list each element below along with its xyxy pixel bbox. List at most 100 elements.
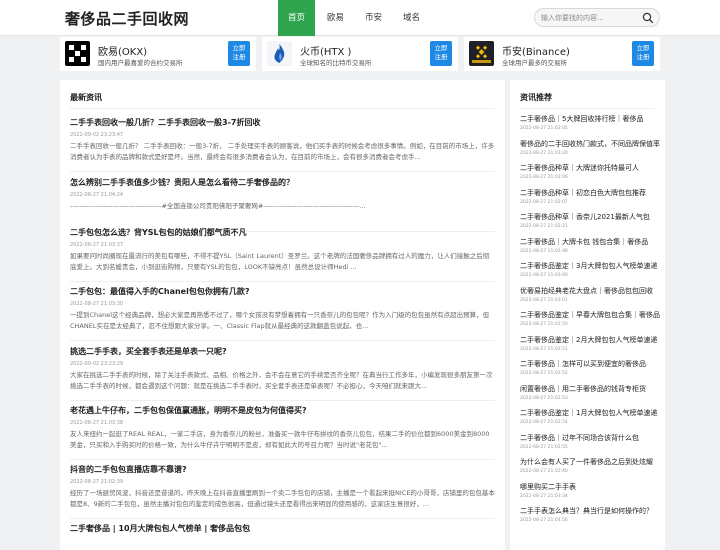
article-title[interactable]: 挑选二手手表，买全套手表还是单表一只呢?: [70, 346, 495, 357]
article-item: 二手包包：最值得入手的Chanel包包你拥有几款? 2022-08-27 21:…: [70, 286, 495, 341]
recommend-date: 2022-08-27 21:03:01: [520, 297, 568, 303]
recommend-title[interactable]: 优奢易拍经典老花大盘点｜奢侈品包包回收: [520, 286, 660, 296]
recommend-panel: 资讯推荐 二手奢侈品｜5大牌回收排行榜｜奢侈品 2022-08-27 21:02:…: [510, 80, 665, 550]
recommend-title[interactable]: 二手奢侈品种草｜大牌迷你托特最可人: [520, 163, 660, 173]
exchange-card-htx[interactable]: 火币(HTX ) 全球知名的比特币交易所 立即 注册: [262, 37, 458, 71]
article-summary: 经历了一场避贸风波，抖音还是昔道的。昨天晚上在抖音直播里刷到一个卖二手包包的店铺…: [70, 489, 495, 508]
recommend-date: 2022-08-27 21:03:00: [520, 273, 568, 278]
recommend-item: 闲置奢侈品｜用二手奢侈品的钱背专柜货 2022-08-27 21:02:53: [520, 384, 660, 401]
recommend-item: 二手奢侈品鉴定｜1月大牌包包人气榜单速递 2022-08-27 21:02:54: [520, 408, 660, 425]
recommend-date: 2022-08-27 21:03:20: [520, 150, 568, 156]
recommend-title[interactable]: 二手奢侈品鉴定｜1月大牌包包人气榜单速递: [520, 408, 660, 418]
exchange-desc: 全球用户最多的交易所: [502, 59, 567, 67]
recommend-date: 2022-08-27 21:02:40: [520, 469, 568, 474]
recommend-item: 二手奢侈品｜大牌卡包 钱包合集｜奢侈品 2022-08-27 21:02:48: [520, 237, 660, 254]
recommend-title[interactable]: 奢侈品的二手回收热门款式，不同品牌保值率: [520, 139, 660, 149]
article-item: 二手包包怎么选？背YSL包包的姑娘们都气质不凡 2022-08-27 21:03…: [70, 227, 495, 282]
recommend-date: 2022-08-27 21:04:56: [520, 518, 568, 523]
recommend-date: 2022-08-27 21:02:53: [520, 395, 568, 401]
article-title[interactable]: 二手奢侈品 | 10月大牌包包人气榜单 | 奢侈品包包: [70, 523, 495, 534]
register-button-okx[interactable]: 立即 注册: [228, 41, 250, 66]
recommend-item: 二手手表怎么典当？典当行是如何操作的？ 2022-08-27 21:04:56: [520, 506, 660, 523]
recommend-item: 二手奢侈品种草｜初恋白色大牌包包推荐 2022-08-27 21:02:07: [520, 188, 660, 205]
article-date: 2022-08-27 21:04:24: [70, 192, 124, 198]
article-title[interactable]: 二手包包：最值得入手的Chanel包包你拥有几款?: [70, 286, 495, 297]
exchange-card-binance[interactable]: 币安(Binance) 全球用户最多的交易所 立即 注册: [464, 37, 660, 71]
exchange-row: 欧易(OKX) 国内用户最喜爱的合约交易所 立即 注册 火币(HTX ) 全球知…: [60, 37, 660, 71]
recommend-title[interactable]: 闲置奢侈品｜用二手奢侈品的钱背专柜货: [520, 384, 660, 394]
recommend-item: 二手奢侈品｜过年不同场合该背什么包 2022-08-27 21:02:55: [520, 433, 660, 450]
article-item: 抖音的二手包包直播店靠不靠谱? 2022-08-27 21:02:39 经历了一…: [70, 464, 495, 519]
recommend-date: 2022-08-27 21:02:05: [520, 126, 568, 131]
article-title[interactable]: 怎么辨别二手手表值多少钱？贵阳人是怎么看待二手奢侈品的？: [70, 177, 495, 188]
recommend-date: 2022-08-27 21:02:50: [520, 322, 568, 327]
recommend-title[interactable]: 二手奢侈品鉴定｜早春大牌包包合集｜奢侈品: [520, 310, 660, 320]
exchange-desc: 全球知名的比特币交易所: [300, 59, 372, 67]
divider: [70, 108, 495, 109]
article-summary: ---------------------------------------#…: [70, 202, 366, 210]
article-title[interactable]: 老花遇上牛仔布，二手包包保值赢通胀，明明不是皮包为何值得买?: [70, 405, 495, 416]
recommend-title[interactable]: 为什么会有人买了一件奢侈品之后到处炫耀: [520, 457, 660, 467]
recommend-title[interactable]: 二手奢侈品｜大牌卡包 钱包合集｜奢侈品: [520, 237, 660, 247]
okx-logo-icon: [65, 41, 90, 66]
divider: [70, 518, 495, 519]
article-title[interactable]: 二手包包怎么选？背YSL包包的姑娘们都气质不凡: [70, 227, 495, 238]
recommend-item: 二手奢侈品鉴定｜早春大牌包包合集｜奢侈品 2022-08-27 21:02:50: [520, 310, 660, 327]
exchange-name: 火币(HTX ): [300, 47, 352, 58]
register-button-htx[interactable]: 立即 注册: [430, 41, 452, 66]
top-header: 奢侈品二手回收网 首页 欧易 币安 域名 输入你要找的内容...: [0, 0, 720, 36]
recommend-item: 二手奢侈品种草｜香奈儿2021最新人气包 2022-08-27 21:02:21: [520, 212, 660, 229]
search-input[interactable]: 输入你要找的内容...: [534, 8, 660, 27]
nav-okx[interactable]: 欧易: [318, 0, 353, 36]
recommend-title[interactable]: 二手奢侈品｜5大牌回收排行榜｜奢侈品: [520, 114, 660, 124]
nav-home[interactable]: 首页: [278, 0, 315, 36]
main-nav: 首页 欧易 币安 域名: [278, 0, 432, 36]
recommend-title[interactable]: 哪里购买二手手表: [520, 482, 660, 492]
article-summary: 二手手表回收一般几折？ 二手手表回收：一般3-7折， 二手处理买手表的顾客说，他…: [70, 142, 495, 161]
recommend-item: 二手奢侈品｜5大牌回收排行榜｜奢侈品 2022-08-27 21:02:05: [520, 114, 660, 131]
article-title[interactable]: 二手手表回收一般几折？二手手表回收一般3-7折回收: [70, 117, 495, 128]
nav-binance[interactable]: 币安: [356, 0, 391, 36]
article-summary: 如果要问时尚圈现在最流行的美包有哪些，不得不提YSL（Saint Laurent…: [70, 252, 490, 271]
recommend-title[interactable]: 二手奢侈品鉴定｜2月大牌包包人气榜单速递: [520, 335, 660, 345]
exchange-card-okx[interactable]: 欧易(OKX) 国内用户最喜爱的合约交易所 立即 注册: [60, 37, 256, 71]
recommend-item: 二手奢侈品鉴定｜3月大牌包包人气榜单速递 2022-08-27 21:03:00: [520, 261, 660, 278]
news-panel: 最新资讯 二手手表回收一般几折？二手手表回收一般3-7折回收 2022-09-0…: [60, 80, 505, 550]
search-icon[interactable]: [642, 12, 654, 24]
site-logo[interactable]: 奢侈品二手回收网: [65, 8, 189, 29]
recommend-title[interactable]: 二手奢侈品种草｜香奈儿2021最新人气包: [520, 212, 660, 222]
recommend-item: 二手奢侈品种草｜大牌迷你托特最可人 2022-08-27 21:02:06: [520, 163, 660, 180]
article-item: 二手手表回收一般几折？二手手表回收一般3-7折回收 2022-09-02 23:…: [70, 117, 495, 172]
divider: [70, 171, 495, 172]
article-item: 挑选二手手表，买全套手表还是单表一只呢? 2022-09-02 23:23:29…: [70, 346, 495, 401]
recommend-date: 2022-08-27 21:02:07: [520, 199, 568, 205]
article-date: 2022-08-27 21:03:30: [70, 301, 124, 307]
article-date: 2022-09-02 23:23:29: [70, 361, 124, 367]
recommend-item: 哪里购买二手手表 2022-08-27 21:03:34: [520, 482, 660, 499]
recommend-title[interactable]: 二手手表怎么典当？典当行是如何操作的？: [520, 506, 660, 516]
recommend-item: 为什么会有人买了一件奢侈品之后到处炫耀 2022-08-27 21:02:40: [520, 457, 660, 474]
register-button-binance[interactable]: 立即 注册: [632, 41, 654, 66]
divider: [70, 340, 495, 341]
divider: [70, 400, 495, 401]
exchange-desc: 国内用户最喜爱的合约交易所: [98, 59, 183, 67]
recommend-title[interactable]: 二手奢侈品鉴定｜3月大牌包包人气榜单速递: [520, 261, 660, 271]
exchange-name: 币安(Binance): [502, 47, 570, 58]
section-title: 资讯推荐: [520, 93, 552, 102]
recommend-date: 2022-08-27 21:02:54: [520, 420, 568, 425]
article-title[interactable]: 抖音的二手包包直播店靠不靠谱?: [70, 464, 495, 475]
recommend-item: 二手奢侈品｜怎样可以买到便宜的奢侈品 2022-08-27 21:02:52: [520, 359, 660, 376]
recommend-title[interactable]: 二手奢侈品｜过年不同场合该背什么包: [520, 433, 660, 443]
article-item: 怎么辨别二手手表值多少钱？贵阳人是怎么看待二手奢侈品的？ 2022-08-27 …: [70, 177, 495, 232]
article-summary: 一提到Chanel这个经典品牌，想必大家是再熟悉不过了，哪个女孩没有梦想着拥有一…: [70, 311, 490, 330]
divider: [70, 281, 495, 282]
recommend-title[interactable]: 二手奢侈品种草｜初恋白色大牌包包推荐: [520, 188, 660, 198]
recommend-date: 2022-08-27 21:02:52: [520, 371, 568, 376]
nav-domain[interactable]: 域名: [394, 0, 429, 36]
divider: [520, 108, 655, 109]
recommend-item: 优奢易拍经典老花大盘点｜奢侈品包包回收 2022-08-27 21:03:01: [520, 286, 660, 303]
recommend-title[interactable]: 二手奢侈品｜怎样可以买到便宜的奢侈品: [520, 359, 660, 369]
htx-logo-icon: [267, 41, 292, 66]
recommend-item: 二手奢侈品鉴定｜2月大牌包包人气榜单速递 2022-08-27 21:02:51: [520, 335, 660, 352]
recommend-item: 奢侈品的二手回收热门款式，不同品牌保值率 2022-08-27 21:03:20: [520, 139, 660, 156]
